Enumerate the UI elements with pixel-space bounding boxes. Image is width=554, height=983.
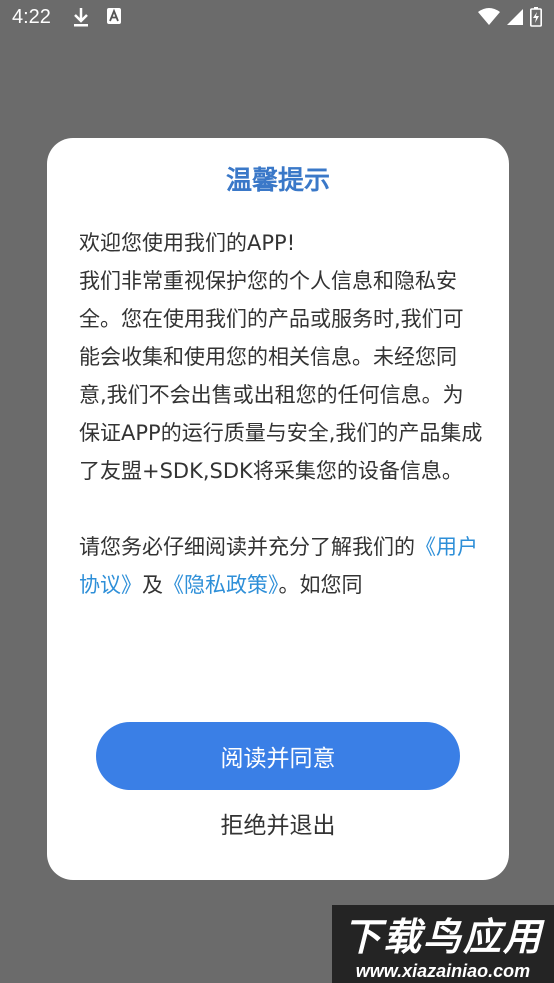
status-bar: 4:22 — [0, 0, 554, 36]
watermark-url: www.xiazainiao.com — [355, 961, 531, 981]
agree-button[interactable]: 阅读并同意 — [96, 722, 460, 790]
read-notice-paragraph: 请您务必仔细阅读并充分了解我们的《用户协议》及《隐私政策》。如您同 — [79, 528, 483, 604]
dialog-body[interactable]: 欢迎您使用我们的APP! 我们非常重视保护您的个人信息和隐私安全。您在使用我们的… — [79, 224, 483, 680]
read-notice-prefix: 请您务必仔细阅读并充分了解我们的 — [79, 535, 415, 559]
and-text: 及 — [142, 573, 163, 597]
signal-icon — [506, 8, 524, 31]
read-notice-suffix: 。如您同 — [278, 573, 363, 597]
status-time: 4:22 — [12, 6, 51, 28]
privacy-paragraph: 我们非常重视保护您的个人信息和隐私安全。您在使用我们的产品或服务时,我们可能会收… — [79, 269, 483, 483]
watermark-title: 下载鸟应用 — [342, 915, 543, 959]
privacy-dialog: 温馨提示 欢迎您使用我们的APP! 我们非常重视保护您的个人信息和隐私安全。您在… — [47, 138, 509, 880]
app-notification-icon — [106, 7, 122, 30]
welcome-line: 欢迎您使用我们的APP! — [79, 231, 296, 255]
dialog-title: 温馨提示 — [225, 166, 330, 196]
watermark-logo: 下载鸟应用 www.xiazainiao.com — [332, 905, 554, 983]
privacy-policy-link[interactable]: 《隐私政策》 — [163, 573, 279, 597]
status-icons — [478, 7, 542, 32]
wifi-icon — [478, 8, 500, 31]
download-icon — [72, 7, 90, 32]
reject-exit-button[interactable]: 拒绝并退出 — [47, 805, 509, 841]
battery-icon — [530, 7, 542, 32]
